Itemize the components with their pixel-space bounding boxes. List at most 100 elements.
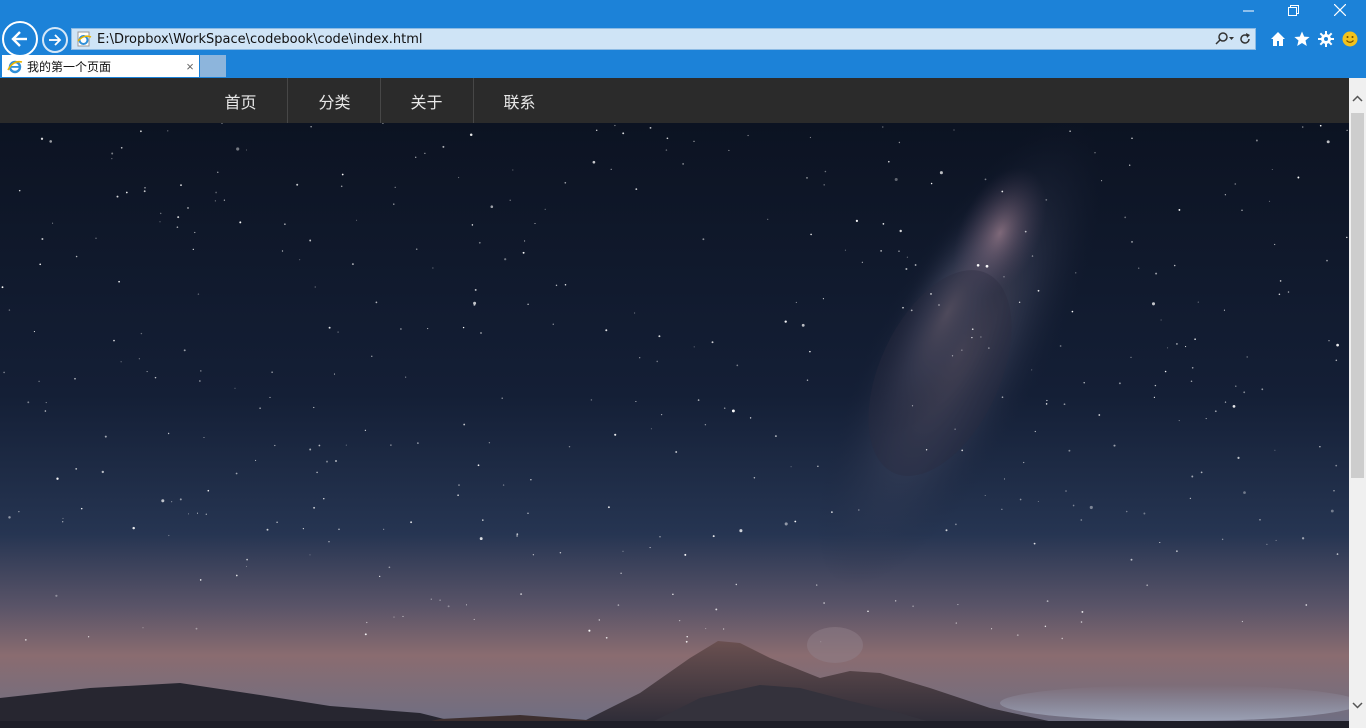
star [1153,396,1155,398]
ie-icon [6,57,24,75]
tab-close-button[interactable]: × [181,57,199,75]
star [1037,501,1039,502]
star [1346,236,1348,239]
restore-button[interactable] [1270,0,1316,20]
star [473,618,475,620]
star [711,341,714,344]
star [1071,310,1074,313]
star [161,499,165,503]
forward-button[interactable] [42,27,68,53]
star [27,401,30,404]
address-bar[interactable]: E:\Dropbox\WorkSpace\codebook\code\index… [71,28,1256,50]
star [620,572,622,574]
star [458,484,460,487]
star [1065,490,1067,492]
star [478,241,481,244]
star [739,529,743,533]
star [318,444,321,447]
star [774,435,777,438]
star [595,129,598,132]
star [205,513,207,515]
star [784,320,787,323]
minimize-icon [1242,10,1254,11]
star [400,328,402,330]
star [432,267,434,269]
star [516,534,519,537]
star [976,264,980,267]
address-url[interactable]: E:\Dropbox\WorkSpace\codebook\code\index… [93,32,1215,47]
nav-link-category[interactable]: 分类 [288,78,381,123]
star [1019,498,1022,501]
nav-link-home[interactable]: 首页 [194,78,287,123]
star [364,633,367,636]
star [672,593,674,596]
settings-button[interactable] [1314,28,1338,50]
star [898,250,900,253]
star [118,280,120,283]
star [217,171,219,173]
star [356,219,358,221]
star [857,509,860,511]
star [335,460,337,462]
star [1045,403,1048,405]
star [1155,272,1158,275]
star [405,376,407,378]
star [1068,449,1071,452]
star [95,237,97,240]
star [458,176,460,179]
search-dropdown-button[interactable] [1215,29,1235,49]
star [1080,621,1083,623]
star [477,464,480,467]
new-tab-button[interactable] [200,55,226,77]
star [1031,255,1034,257]
scrollbar-thumb[interactable] [1351,113,1364,478]
page-viewport: 首页 分类 关于 联系 [0,78,1349,728]
minimize-button[interactable] [1225,0,1271,20]
star [501,397,503,399]
arrow-left-icon [11,31,27,47]
scroll-down-button[interactable] [1349,697,1366,714]
star [817,465,819,467]
star [809,136,811,139]
star [144,186,146,189]
back-button[interactable] [2,21,38,57]
star [1346,129,1348,132]
star [177,216,180,219]
star [1194,338,1196,341]
star [527,512,529,515]
star [199,579,202,581]
star [961,349,963,351]
star [532,554,535,556]
star [62,521,64,523]
star [806,176,808,179]
star [736,364,739,367]
star [1046,399,1048,402]
star [1224,194,1227,196]
refresh-button[interactable] [1235,29,1255,49]
star [1130,356,1132,359]
gear-icon [1318,31,1334,47]
nav-link-contact[interactable]: 联系 [473,78,566,123]
star [1045,199,1048,201]
favorites-button[interactable] [1290,28,1314,50]
close-window-button[interactable] [1317,0,1363,20]
star [1130,558,1133,561]
scroll-up-button[interactable] [1349,90,1366,107]
tab-active[interactable]: 我的第一个页面 × [2,55,199,77]
star [215,191,217,194]
star [18,189,21,192]
star [457,494,459,496]
star [945,529,948,532]
star [1001,508,1003,510]
star [552,323,554,325]
star [1178,420,1180,422]
home-button[interactable] [1266,28,1290,50]
nav-link-about[interactable]: 关于 [380,78,473,123]
star [715,608,718,611]
vertical-scrollbar[interactable] [1349,78,1366,728]
star [1297,176,1300,179]
star [831,511,833,513]
feedback-button[interactable] [1338,28,1362,50]
star [534,222,536,225]
star [1279,280,1282,282]
